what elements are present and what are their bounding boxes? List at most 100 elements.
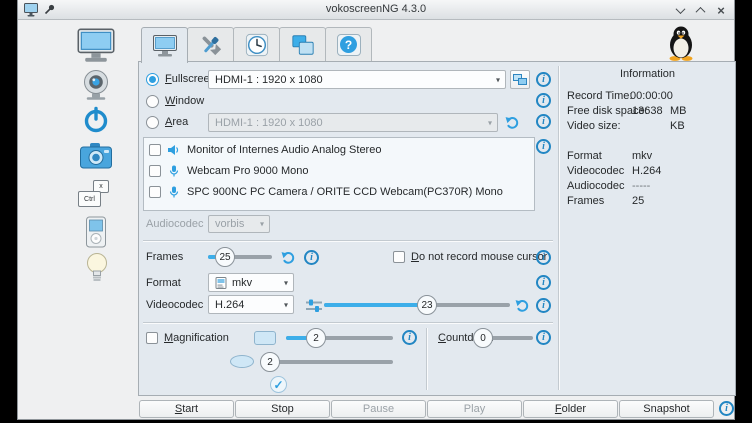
play-button: Play	[427, 400, 522, 418]
fullscreen-screen-value: HDMI-1 : 1920 x 1080	[215, 74, 323, 86]
chevron-up-icon	[695, 6, 705, 16]
area-label[interactable]: Area	[165, 116, 188, 128]
close-icon: ×	[717, 4, 725, 17]
quality-slider-handle[interactable]: 23	[417, 295, 437, 315]
audiocodec-select: vorbis ▾	[208, 215, 270, 233]
sidebar-media-player-icon	[83, 216, 109, 248]
speaker-icon	[168, 144, 180, 156]
frames-slider-handle[interactable]: 25	[215, 247, 235, 267]
undo-icon	[281, 250, 296, 265]
undo-icon	[505, 115, 520, 130]
videocodec-label: Videocodec	[146, 299, 203, 311]
minimize-button[interactable]	[673, 3, 687, 17]
format-info-button[interactable]: i	[536, 275, 551, 290]
tools-icon	[198, 33, 224, 57]
pause-button: Pause	[331, 400, 426, 418]
magnification-info-button[interactable]: i	[402, 330, 417, 345]
section-divider	[143, 240, 553, 241]
frames-label: Frames	[146, 251, 183, 263]
screen-icon	[152, 34, 178, 58]
format-label: Format	[146, 277, 181, 289]
countdown-info-button[interactable]: i	[536, 330, 551, 345]
videocodec-select[interactable]: H.264 ▾	[208, 295, 294, 314]
format-select[interactable]: mkv ▾	[208, 273, 294, 292]
magnification-checkbox[interactable]	[146, 332, 158, 344]
information-title: Information	[561, 68, 734, 80]
mouse-cursor-info-button[interactable]: i	[536, 250, 551, 265]
audio-device-label: SPC 900NC PC Camera / ORITE CCD Webcam(P…	[187, 186, 503, 198]
fullscreen-screen-select[interactable]: HDMI-1 : 1920 x 1080 ▾	[208, 70, 506, 89]
audio-device-label: Webcam Pro 9000 Mono	[187, 165, 308, 177]
video-size-label: Video size:	[567, 120, 621, 132]
start-button[interactable]: Start	[139, 400, 234, 418]
quality-reset-button[interactable]	[514, 297, 531, 314]
key-ctrl: Ctrl	[78, 191, 101, 207]
chevron-down-icon	[675, 4, 685, 14]
titlebar[interactable]: vokoscreenNG 4.3.0 ×	[18, 0, 734, 20]
videocodec-info-button[interactable]: i	[536, 298, 551, 313]
audio-device-checkbox[interactable]	[149, 144, 161, 156]
area-info-button[interactable]: i	[536, 114, 551, 129]
sidebar-lightbulb-icon	[84, 252, 110, 284]
dropdown-arrow-icon: ▾	[488, 118, 492, 127]
app-window: vokoscreenNG 4.3.0 × x Ctrl	[17, 0, 735, 420]
audio-device-checkbox[interactable]	[149, 165, 161, 177]
folder-button[interactable]: Folder	[523, 400, 618, 418]
info-frames-label: Frames	[567, 195, 604, 207]
area-radio[interactable]	[146, 116, 159, 129]
quality-slider-fill	[324, 303, 421, 307]
dropdown-arrow-icon: ▾	[284, 300, 288, 309]
group-separator	[426, 328, 427, 390]
audio-info-button[interactable]: i	[536, 139, 551, 154]
panel-separator	[558, 66, 559, 390]
tux-penguin-icon	[663, 25, 699, 61]
info-videocodec-label: Videocodec	[567, 165, 624, 177]
fullscreen-radio[interactable]	[146, 73, 159, 86]
area-screen-select: HDMI-1 : 1920 x 1080 ▾	[208, 113, 498, 132]
snapshot-button[interactable]: Snapshot	[619, 400, 714, 418]
microphone-icon	[168, 186, 180, 198]
magnification-height-slider[interactable]	[270, 360, 393, 364]
close-button[interactable]: ×	[714, 3, 728, 17]
frames-reset-button[interactable]	[280, 249, 297, 266]
desktop: { "accent_color": "#3daee9", "icons": { …	[0, 0, 752, 423]
tab-tools[interactable]	[187, 27, 234, 61]
fullscreen-info-button[interactable]: i	[536, 72, 551, 87]
stop-button[interactable]: Stop	[235, 400, 330, 418]
tab-schedule[interactable]	[233, 27, 280, 61]
window-info-button[interactable]: i	[536, 93, 551, 108]
magnification-width-slider[interactable]	[286, 336, 393, 340]
window-radio[interactable]	[146, 95, 159, 108]
free-disk-unit: MB	[670, 105, 687, 117]
format-value: mkv	[232, 277, 252, 289]
panels-icon	[290, 33, 316, 57]
mouse-cursor-label[interactable]: Do not record mouse cursor	[411, 251, 547, 263]
info-format-value: mkv	[632, 150, 652, 162]
magnification-height-handle[interactable]: 2	[260, 352, 280, 372]
audio-device-list: Monitor of Internes Audio Analog Stereo …	[143, 137, 535, 211]
record-time-label: Record Time:	[567, 90, 632, 102]
tab-panels[interactable]	[279, 27, 326, 61]
tab-help[interactable]: ?	[325, 27, 372, 61]
magnification-width-handle[interactable]: 2	[306, 328, 326, 348]
audio-device-checkbox[interactable]	[149, 186, 161, 198]
mouse-cursor-checkbox[interactable]	[393, 251, 405, 263]
maximize-button[interactable]	[693, 3, 707, 17]
all-screens-button[interactable]	[510, 70, 530, 89]
section-divider	[143, 322, 553, 323]
bottom-info-button[interactable]: i	[719, 401, 734, 416]
magnification-apply-button[interactable]: ✓	[270, 376, 287, 393]
info-audiocodec-label: Audiocodec	[567, 180, 625, 192]
audio-device-row: SPC 900NC PC Camera / ORITE CCD Webcam(P…	[144, 183, 534, 201]
sidebar-screen-icon	[73, 27, 119, 64]
info-videocodec-value: H.264	[632, 165, 661, 177]
area-reset-button[interactable]	[504, 114, 521, 131]
tab-screen[interactable]	[141, 27, 188, 63]
window-label[interactable]: Window	[165, 95, 204, 107]
clock-icon	[244, 33, 270, 57]
countdown-slider-handle[interactable]: 0	[473, 328, 493, 348]
question-glyph: ?	[345, 38, 352, 52]
info-audiocodec-value: -----	[632, 180, 650, 192]
magnification-label[interactable]: Magnification	[164, 332, 229, 344]
frames-info-button[interactable]: i	[304, 250, 319, 265]
